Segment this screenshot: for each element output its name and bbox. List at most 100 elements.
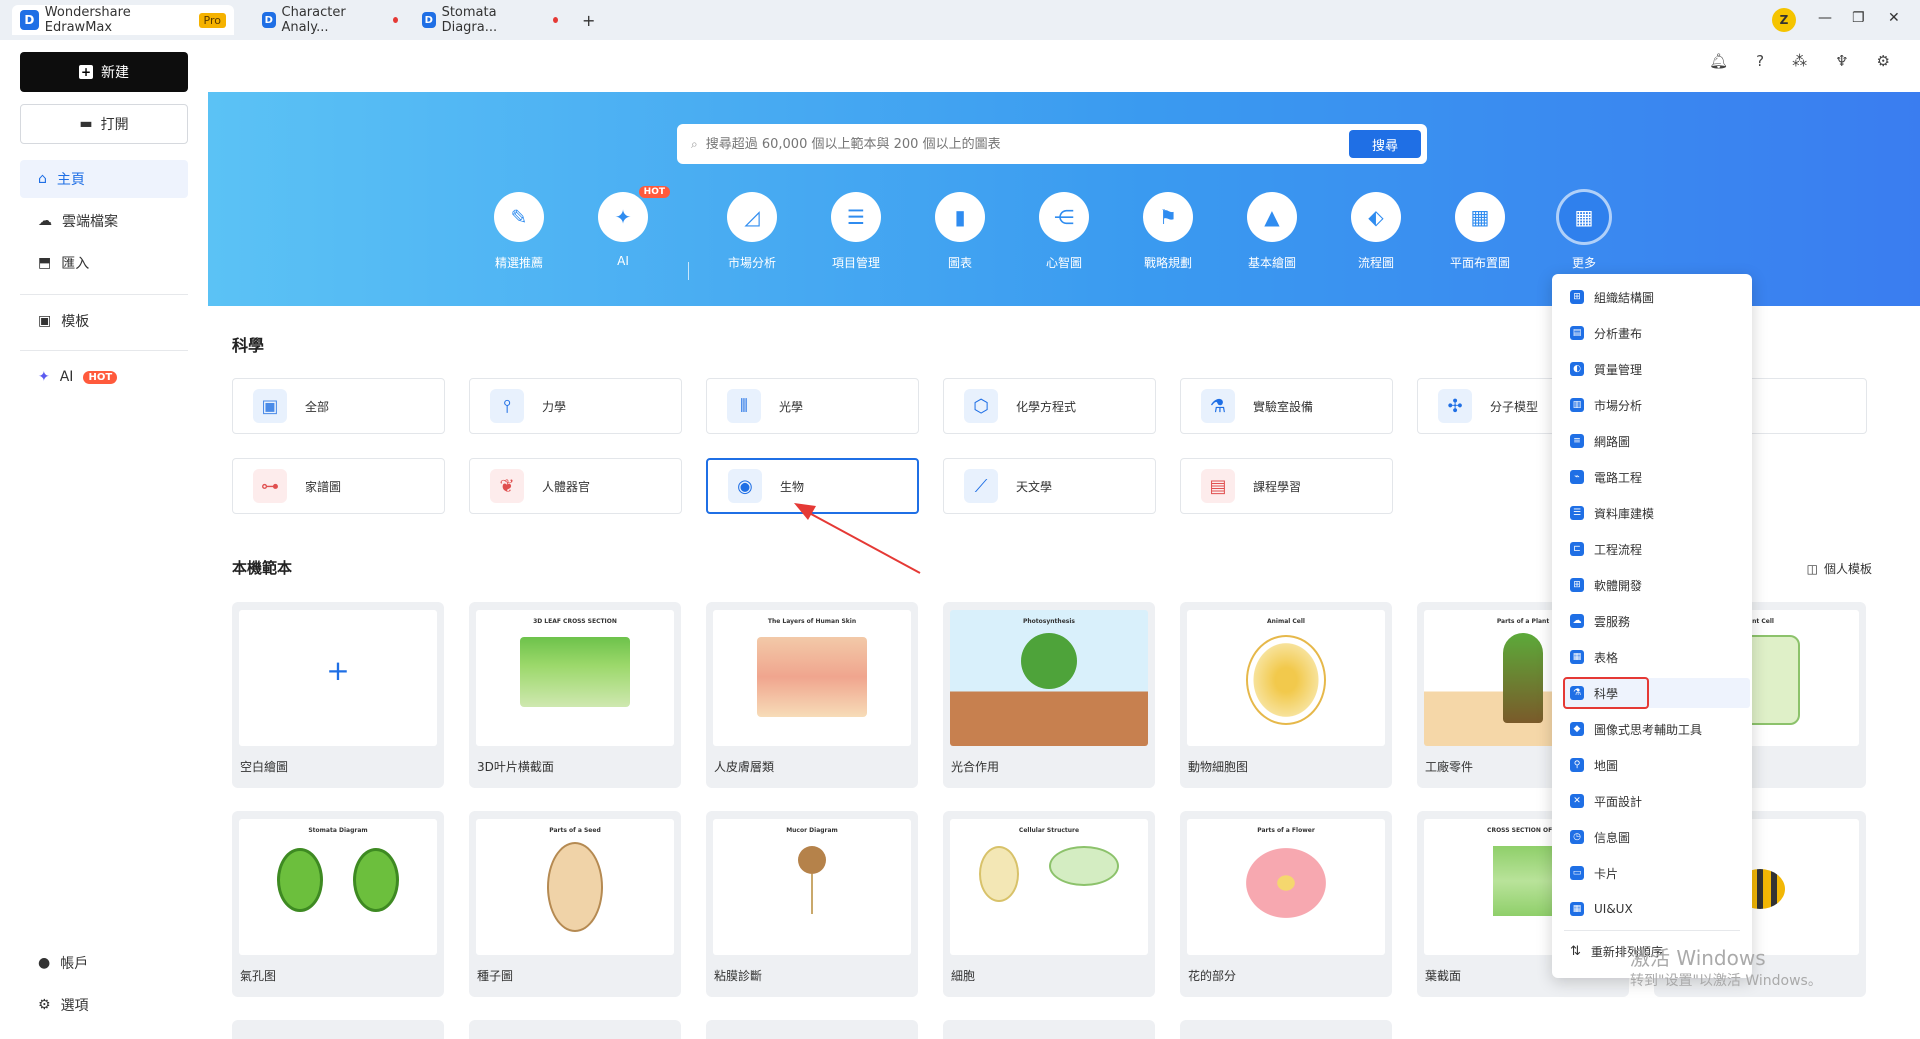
chip-optics[interactable]: ⦀ 光學	[706, 378, 919, 434]
menu-item-software[interactable]: ⊞ 軟體開發	[1564, 570, 1740, 600]
template-card[interactable]	[232, 1020, 444, 1039]
new-tab-button[interactable]: +	[574, 5, 603, 35]
sidebar-item-options[interactable]: ⚙ 選項	[20, 986, 188, 1024]
sidebar-item-account[interactable]: ● 帳戶	[20, 944, 188, 982]
cells-illustration	[979, 846, 1119, 902]
template-card[interactable]: 3D LEAF CROSS SECTION 3D叶片横截面	[469, 602, 681, 788]
chip-astronomy[interactable]: ⟋ 天文學	[943, 458, 1156, 514]
divider	[20, 350, 188, 351]
category-divider	[688, 262, 689, 280]
template-card[interactable]: The Layers of Human Skin 人皮膚層類	[706, 602, 918, 788]
search-input[interactable]	[705, 136, 1349, 152]
sidebar-item-home[interactable]: ⌂ 主頁	[20, 160, 188, 198]
template-card[interactable]	[943, 1020, 1155, 1039]
doc-tab-stomata[interactable]: D Stomata Diagra...	[414, 5, 566, 35]
chip-all[interactable]: ▣ 全部	[232, 378, 445, 434]
search-button[interactable]: 搜尋	[1349, 130, 1421, 158]
category-project[interactable]: ☰ 項目管理	[811, 192, 901, 271]
template-label: 動物細胞图	[1188, 760, 1249, 774]
menu-item-label: 市場分析	[1594, 398, 1643, 413]
template-card[interactable]	[1180, 1020, 1392, 1039]
category-basic[interactable]: ▲ 基本繪圖	[1227, 192, 1317, 271]
chip-lab-equipment[interactable]: ⚗ 實驗室設備	[1180, 378, 1393, 434]
template-card[interactable]: Photosynthesis 光合作用	[943, 602, 1155, 788]
menu-item-table[interactable]: ▦ 表格	[1564, 642, 1740, 672]
thumbnail-title: CROSS SECTION OF A	[1487, 827, 1559, 834]
category-label: 基本繪圖	[1247, 256, 1296, 270]
template-card-blank[interactable]: + 空白繪圖	[232, 602, 444, 788]
template-card[interactable]: Parts of a Flower 花的部分	[1180, 811, 1392, 997]
menu-item-market[interactable]: ▥ 市場分析	[1564, 390, 1740, 420]
template-label: 3D叶片横截面	[477, 760, 554, 774]
menu-item-analysis-canvas[interactable]: ▤ 分析畫布	[1564, 318, 1740, 348]
template-card[interactable]: Stomata Diagram 氣孔图	[232, 811, 444, 997]
gear-icon[interactable]: ⚙	[1877, 52, 1890, 70]
shirt-icon[interactable]: ♆	[1835, 52, 1848, 70]
menu-item-quality[interactable]: ◐ 質量管理	[1564, 354, 1740, 384]
chip-family-tree[interactable]: ⊶ 家譜圖	[232, 458, 445, 514]
menu-item-org-chart[interactable]: ⊞ 組織結構圖	[1564, 282, 1740, 312]
edrawmax-logo-icon: D	[20, 10, 39, 30]
menu-item-cloud-service[interactable]: ☁ 雲服務	[1564, 606, 1740, 636]
template-card[interactable]: Mucor Diagram 粘膜診斷	[706, 811, 918, 997]
unsaved-dot	[552, 17, 558, 23]
thumbnail-title: Mucor Diagram	[786, 827, 838, 834]
menu-item-graphic-organizer[interactable]: ◆ 圖像式思考輔助工具	[1564, 714, 1740, 744]
menu-item-circuit[interactable]: ⌁ 電路工程	[1564, 462, 1740, 492]
category-more[interactable]: ▦ 更多	[1539, 192, 1629, 271]
category-chart[interactable]: ▮ 圖表	[915, 192, 1005, 271]
thumbnail-title: 3D LEAF CROSS SECTION	[533, 618, 617, 625]
sidebar-item-import[interactable]: ⬒ 匯入	[20, 244, 188, 282]
personal-templates-link[interactable]: ◫ 個人模板	[1807, 560, 1872, 577]
chip-course[interactable]: ▤ 課程學習	[1180, 458, 1393, 514]
category-mindmap[interactable]: ⋲ 心智圖	[1019, 192, 1109, 271]
chip-chemistry[interactable]: ⬡ 化學方程式	[943, 378, 1156, 434]
bell-icon[interactable]: 🔔︎	[1709, 52, 1728, 70]
template-panel-icon: ◫	[1806, 561, 1818, 576]
chip-organs[interactable]: ❦ 人體器官	[469, 458, 682, 514]
document-icon: D	[422, 12, 436, 28]
template-card[interactable]	[469, 1020, 681, 1039]
template-card[interactable]: Animal Cell 動物細胞图	[1180, 602, 1392, 788]
sidebar-item-templates[interactable]: ▣ 模板	[20, 302, 188, 340]
template-card[interactable]	[706, 1020, 918, 1039]
category-flowchart[interactable]: ⬖ 流程圖	[1331, 192, 1421, 271]
menu-item-map[interactable]: ⚲ 地圖	[1564, 750, 1740, 780]
template-icon: ▣	[38, 313, 52, 329]
thumbnail-title: Stomata Diagram	[308, 827, 368, 834]
template-thumbnail: Parts of a Flower	[1187, 819, 1385, 955]
chip-label: 天文學	[1016, 479, 1053, 494]
category-market[interactable]: ◿ 市場分析	[707, 192, 797, 271]
sidebar-item-cloud[interactable]: ☁ 雲端檔案	[20, 202, 188, 240]
category-strategy[interactable]: ⚑ 戰略規劃	[1123, 192, 1213, 271]
cloud-service-icon: ☁	[1570, 614, 1584, 628]
menu-item-science-highlight[interactable]: ⚗ 科學	[1563, 677, 1649, 709]
personal-templates-label: 個人模板	[1823, 562, 1872, 576]
template-card[interactable]: Parts of a Seed 種子圖	[469, 811, 681, 997]
restore-icon[interactable]: ❐	[1852, 10, 1865, 26]
menu-item-graphic-design[interactable]: ✕ 平面設計	[1564, 786, 1740, 816]
help-icon[interactable]: ?	[1756, 52, 1764, 70]
menu-item-infographic[interactable]: ◷ 信息圖	[1564, 822, 1740, 852]
menu-item-card[interactable]: ▭ 卡片	[1564, 858, 1740, 888]
chip-biology[interactable]: ◉ 生物	[706, 458, 919, 514]
new-button[interactable]: + 新建	[20, 52, 188, 92]
menu-item-network[interactable]: ≡ 網路圖	[1564, 426, 1740, 456]
template-card[interactable]: Cellular Structure 細胞	[943, 811, 1155, 997]
category-floorplan[interactable]: ▦ 平面布置圖	[1435, 192, 1525, 271]
close-icon[interactable]: ✕	[1888, 10, 1900, 26]
open-button[interactable]: ▬ 打開	[20, 104, 188, 144]
minimize-icon[interactable]: —	[1818, 10, 1832, 26]
doc-tab-character[interactable]: D Character Analy...	[254, 5, 406, 35]
template-thumbnail: 3D LEAF CROSS SECTION	[476, 610, 674, 746]
app-tab[interactable]: D Wondershare EdrawMax Pro	[12, 5, 234, 35]
menu-item-uiux[interactable]: ▦ UI&UX	[1564, 894, 1740, 924]
chip-mechanics[interactable]: ⫯ 力學	[469, 378, 682, 434]
sidebar-item-ai[interactable]: ✦ AI HOT	[20, 358, 188, 396]
menu-item-database[interactable]: ☰ 資料庫建模	[1564, 498, 1740, 528]
category-recommend[interactable]: ✎ 精選推薦	[474, 192, 564, 271]
menu-item-engineering[interactable]: ⊏ 工程流程	[1564, 534, 1740, 564]
avatar[interactable]: Z	[1772, 8, 1796, 32]
category-ai[interactable]: ✦ HOT AI	[578, 186, 670, 268]
apps-icon[interactable]: ⁂	[1792, 52, 1807, 70]
